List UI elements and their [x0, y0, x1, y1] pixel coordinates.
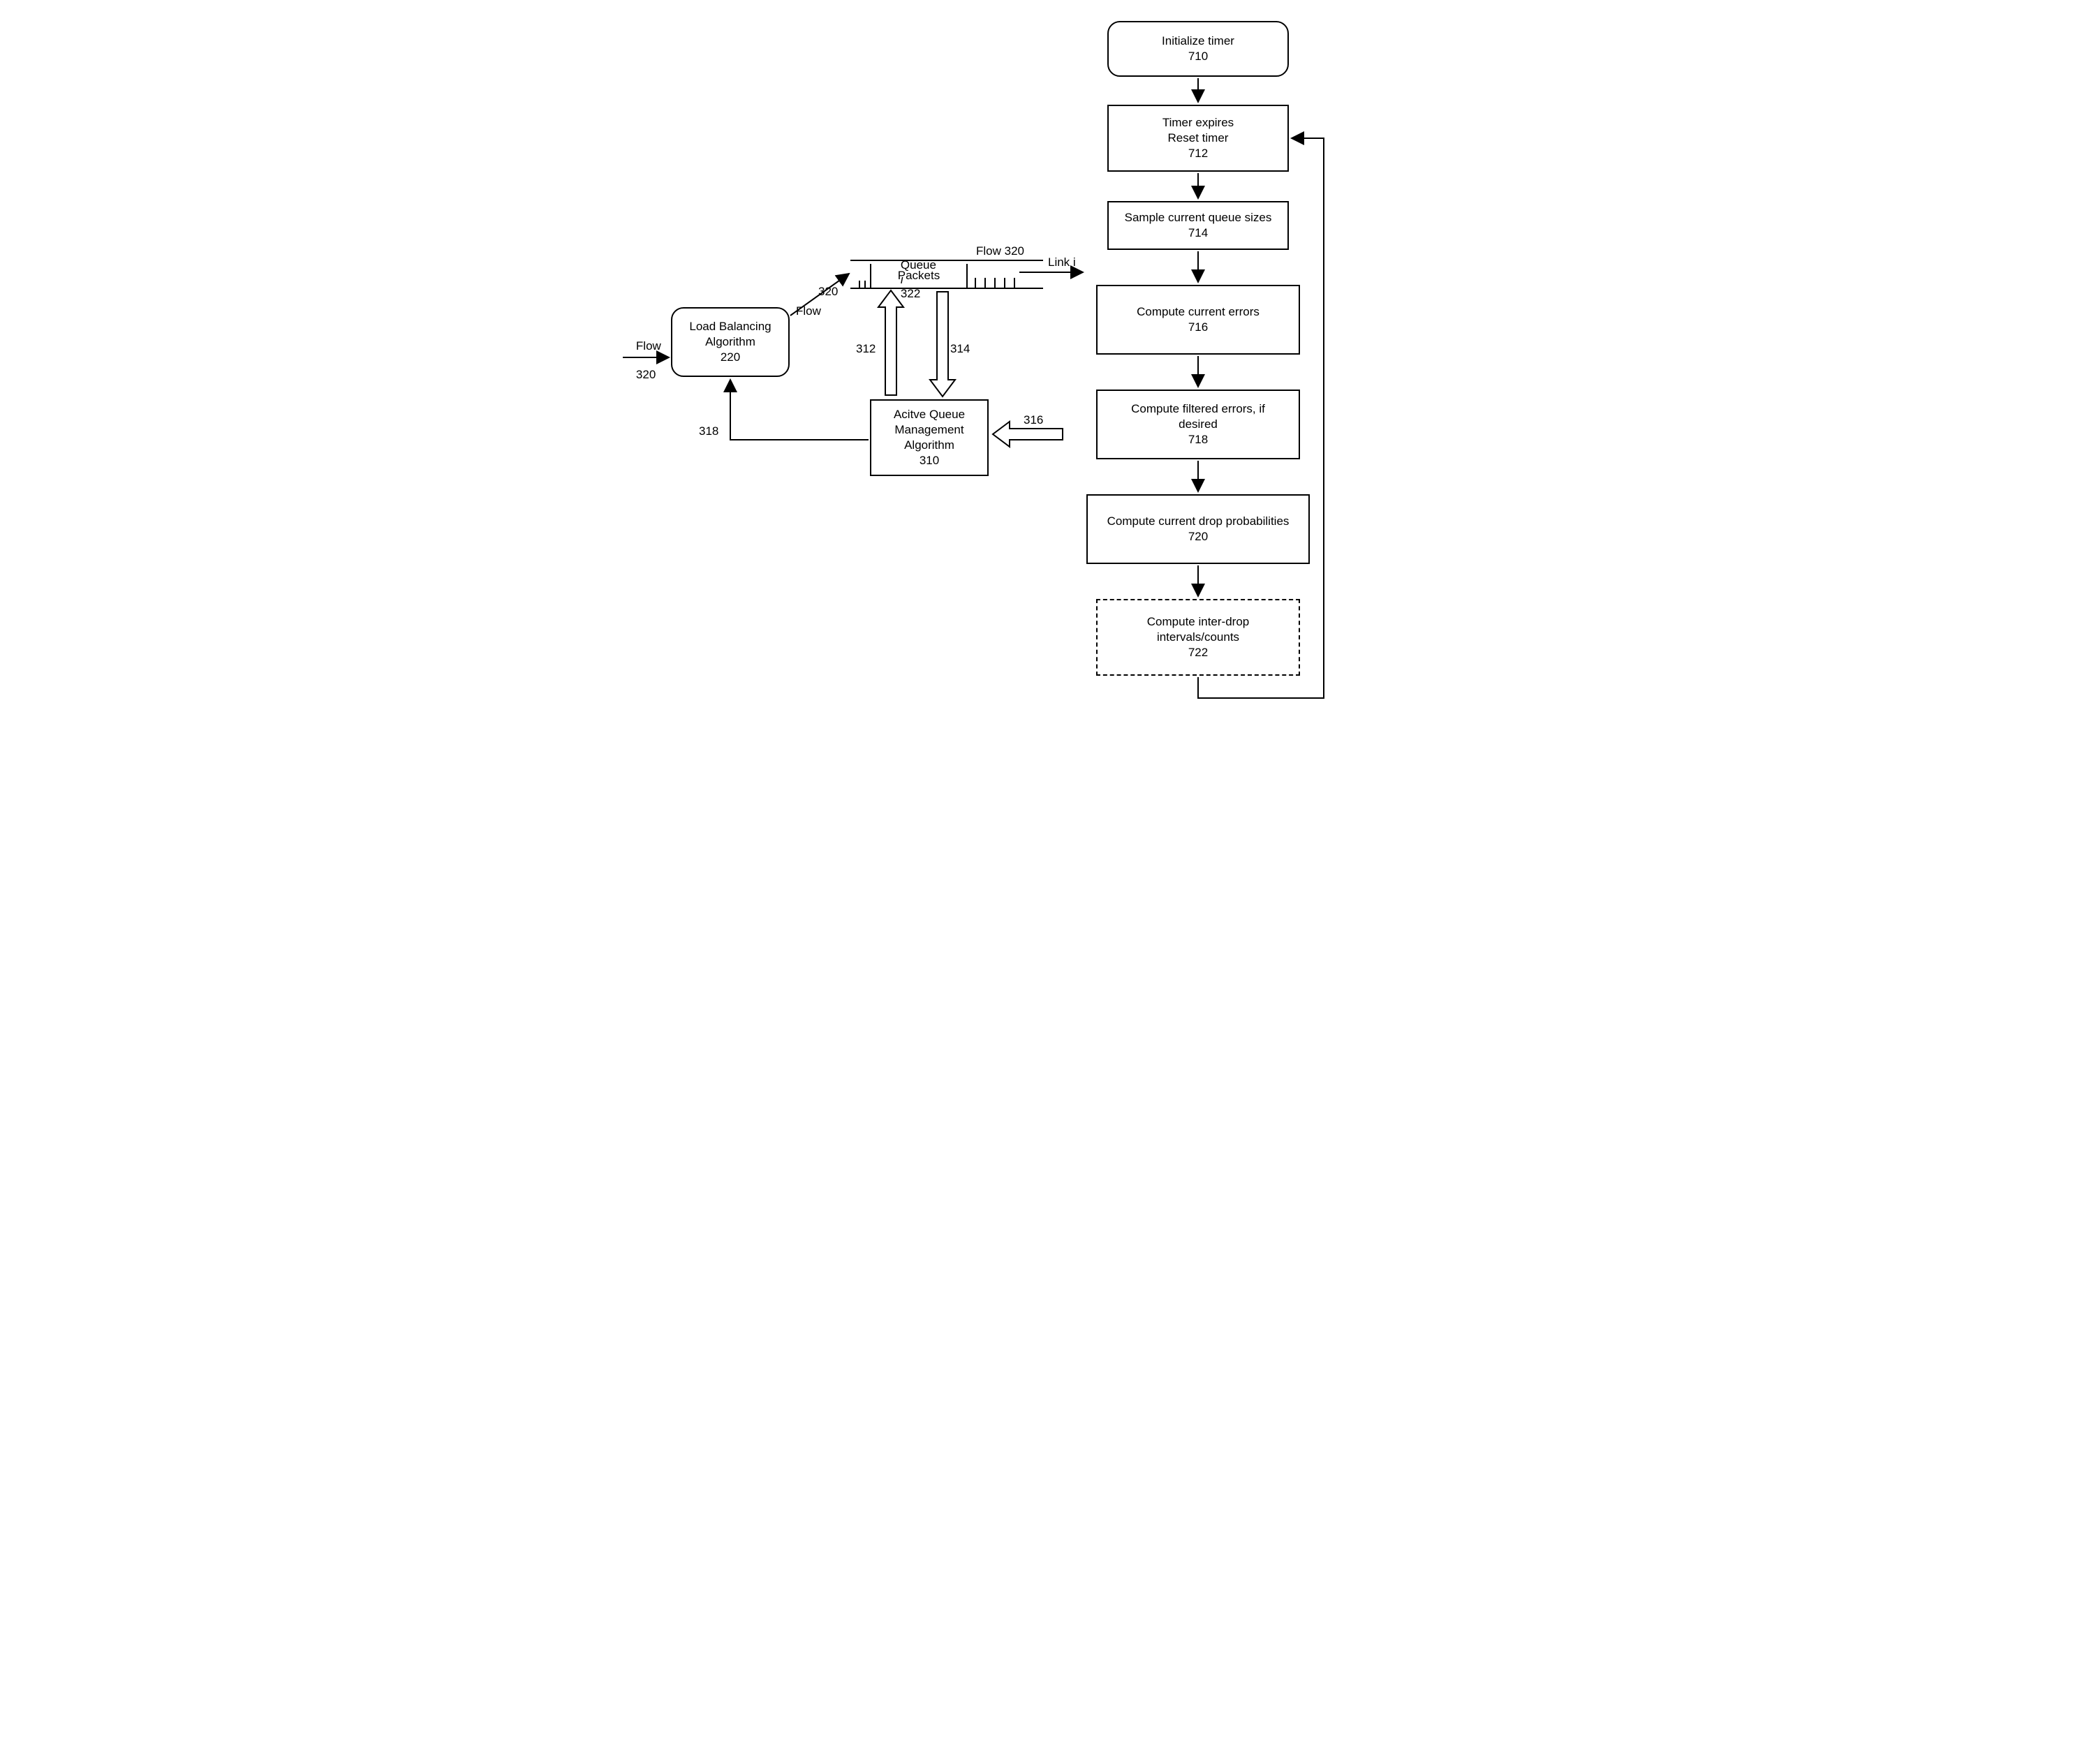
aqm-l1: Acitve Queue	[894, 407, 965, 422]
box-722: Compute inter-drop intervals/counts 722	[1096, 599, 1300, 676]
queue-rect: Packets	[850, 260, 1043, 289]
b716-num: 716	[1188, 320, 1208, 335]
b718-num: 718	[1188, 432, 1208, 447]
box-714: Sample current queue sizes 714	[1107, 201, 1289, 250]
aqm-box: Acitve Queue Management Algorithm 310	[870, 399, 989, 476]
b710-l1: Initialize timer	[1162, 34, 1234, 49]
arrow-314-num: 314	[950, 342, 970, 356]
load-balancing-box: Load Balancing Algorithm 220	[671, 307, 790, 377]
flow-right-label: Flow 320	[976, 244, 1024, 258]
box-712: Timer expires Reset timer 712	[1107, 105, 1289, 172]
packets-text: Packets	[898, 269, 940, 283]
box-718: Compute filtered errors, if desired 718	[1096, 390, 1300, 459]
b720-num: 720	[1188, 529, 1208, 544]
b712-l2: Reset timer	[1168, 131, 1229, 146]
b722-num: 722	[1188, 645, 1208, 660]
b712-num: 712	[1188, 146, 1208, 161]
b714-l1: Sample current queue sizes	[1125, 210, 1272, 225]
b718-l1: Compute filtered errors, if	[1131, 401, 1265, 417]
b716-l1: Compute current errors	[1137, 304, 1260, 320]
flow-text: Flow	[636, 339, 661, 353]
flow-out-num: 320	[818, 285, 838, 299]
aqm-l3: Algorithm	[904, 438, 954, 453]
aqm-l2: Management	[894, 422, 963, 438]
flow-num: 320	[636, 368, 656, 381]
b712-l1: Timer expires	[1162, 115, 1234, 131]
aqm-num: 310	[920, 453, 939, 468]
b710-num: 710	[1188, 49, 1208, 64]
box-710: Initialize timer 710	[1107, 21, 1289, 77]
packets-cell: Packets	[870, 264, 968, 288]
b718-l2: desired	[1179, 417, 1218, 432]
box-720: Compute current drop probabilities 720	[1086, 494, 1310, 564]
box-716: Compute current errors 716	[1096, 285, 1300, 355]
arrow-312-num: 312	[856, 342, 876, 356]
link-i-label: Link i	[1048, 255, 1076, 269]
b720-l1: Compute current drop probabilities	[1107, 514, 1290, 529]
queue-num: 322	[901, 287, 920, 300]
flow-in-label: Flow 320	[623, 325, 661, 396]
flow-out-label: Flow	[796, 304, 821, 318]
lb-line1: Load Balancing	[689, 319, 771, 334]
b722-l1: Compute inter-drop	[1147, 614, 1249, 630]
arrow-316-num: 316	[1024, 413, 1043, 427]
diagram-canvas: Flow 320 Load Balancing Algorithm 220 Fl…	[619, 14, 1456, 726]
lb-num: 220	[721, 350, 740, 365]
b722-l2: intervals/counts	[1157, 630, 1239, 645]
b714-num: 714	[1188, 225, 1208, 241]
lb-line2: Algorithm	[705, 334, 755, 350]
arrow-318-num: 318	[699, 424, 718, 438]
